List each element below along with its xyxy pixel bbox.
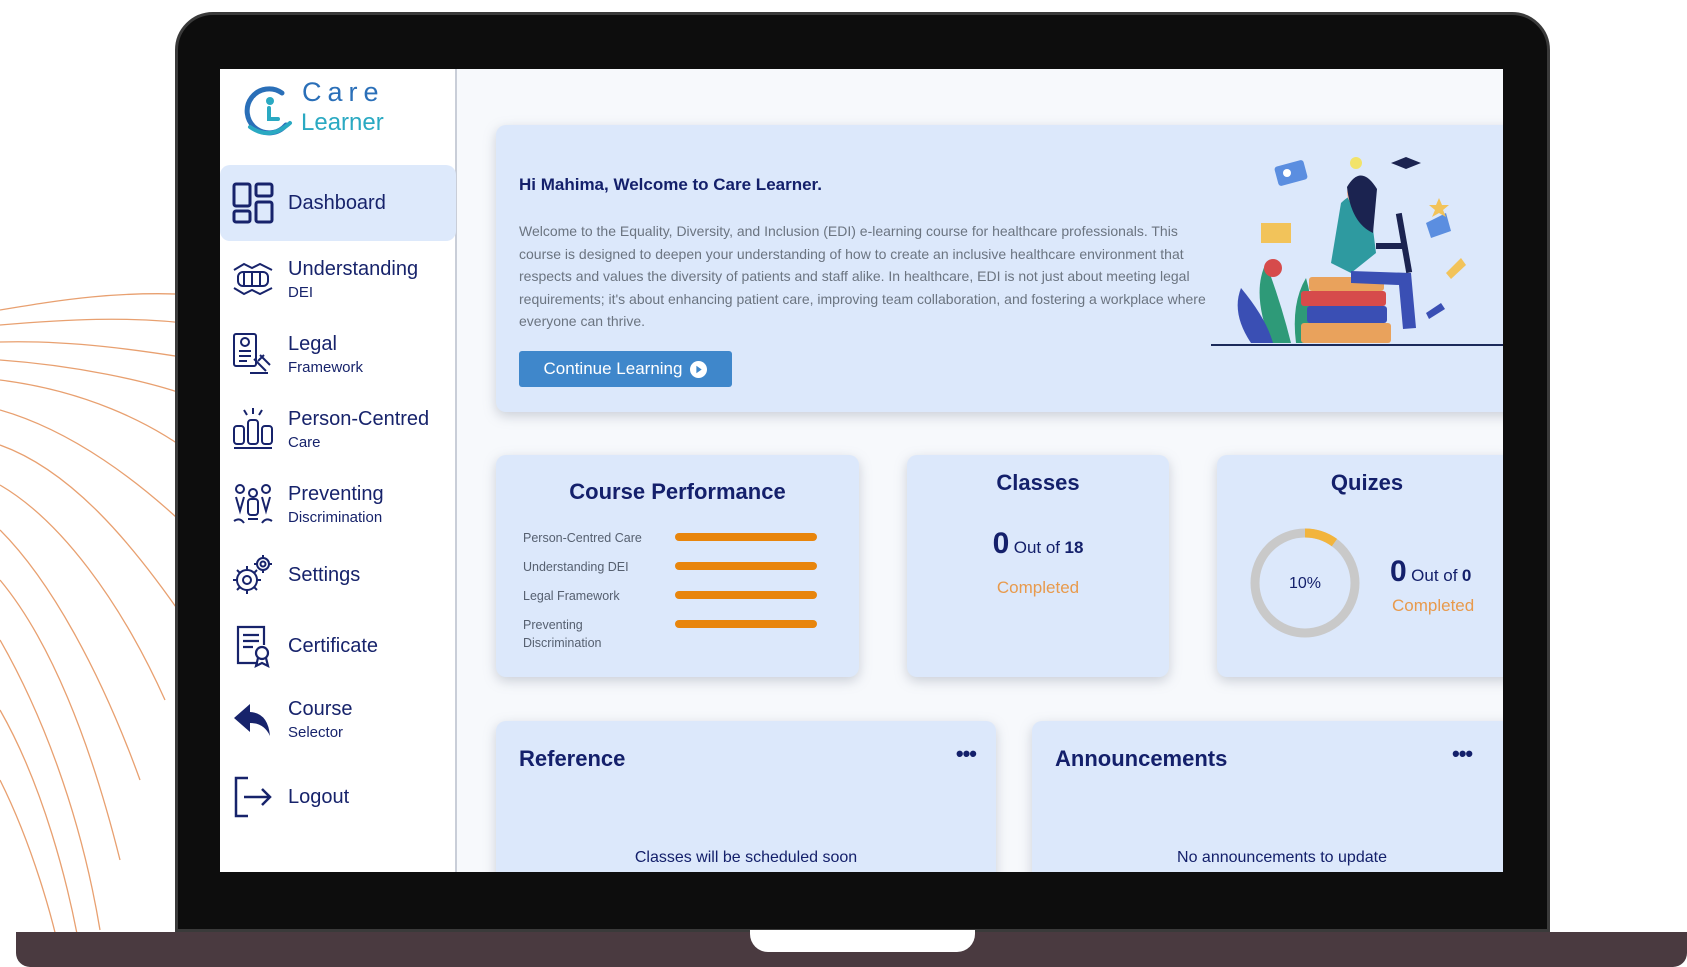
continue-learning-label: Continue Learning xyxy=(543,359,683,378)
reference-more-menu-icon[interactable]: ••• xyxy=(956,741,977,767)
decorative-topography-lines xyxy=(0,293,200,967)
welcome-description: Welcome to the Equality, Diversity, and … xyxy=(519,223,1206,329)
sidebar-item-label: Logout xyxy=(288,785,350,808)
classes-card: Classes 0 Out of 18 Completed xyxy=(907,455,1169,677)
quizes-card: Quizes 10% 0 Out of 0 Completed xyxy=(1217,455,1503,677)
performance-row: Preventing Discrimination xyxy=(523,616,843,650)
classes-completed-count: 0 xyxy=(992,527,1010,560)
performance-progress-bar xyxy=(675,591,817,599)
app-screen: Care Learner Dashboard Understanding DEI xyxy=(220,69,1503,872)
laptop-notch xyxy=(750,930,975,952)
quizes-count-line: 0 Out of 0 xyxy=(1390,555,1471,589)
sidebar-item-course-selector[interactable]: Course Selector xyxy=(220,681,456,757)
quiz-progress-label: 10% xyxy=(1289,575,1321,592)
continue-learning-button[interactable]: Continue Learning xyxy=(519,351,732,387)
care-learner-logo-icon xyxy=(244,86,292,136)
sidebar-item-sublabel: Selector xyxy=(288,723,344,741)
sidebar-item-label: Preventing xyxy=(288,482,384,505)
sidebar-item-sublabel: DEI xyxy=(288,283,314,301)
sidebar-item-label: Certificate xyxy=(288,634,379,657)
classes-total: 18 xyxy=(1064,538,1084,557)
play-circle-icon xyxy=(690,360,708,378)
performance-row-label: Person-Centred Care xyxy=(523,531,642,545)
gear-icon xyxy=(228,550,278,600)
performance-row-label: Legal Framework xyxy=(523,589,620,603)
classes-title: Classes xyxy=(996,470,1080,495)
main-content: Hi Mahima, Welcome to Care Learner. Welc… xyxy=(459,69,1503,872)
course-performance-card: Course Performance Person-Centred Care U… xyxy=(496,455,859,677)
dashboard-icon xyxy=(228,178,278,228)
quizes-completed-count: 0 xyxy=(1390,555,1407,588)
announcements-more-menu-icon[interactable]: ••• xyxy=(1452,741,1473,767)
classes-status: Completed xyxy=(996,578,1080,597)
reference-title: Reference xyxy=(519,746,626,771)
performance-row: Legal Framework xyxy=(523,587,843,607)
quizes-title: Quizes xyxy=(1330,470,1404,495)
performance-row: Understanding DEI xyxy=(523,558,843,578)
reference-card: Reference ••• Classes will be scheduled … xyxy=(496,721,996,872)
classes-count-line: 0 Out of 18 xyxy=(907,527,1169,561)
sidebar-item-sublabel: Care xyxy=(288,433,321,451)
quizes-total: 0 xyxy=(1461,566,1472,585)
logo-text-care: Care xyxy=(302,77,385,107)
sidebar-item-label: Dashboard xyxy=(288,191,386,214)
sidebar-item-settings[interactable]: Settings xyxy=(220,537,456,613)
back-arrow-icon xyxy=(228,694,278,744)
sidebar-item-person-centred-care[interactable]: Person-Centred Care xyxy=(220,391,456,467)
performance-row-label: Preventing Discrimination xyxy=(523,618,602,650)
sidebar-item-label: Course xyxy=(288,697,353,720)
quizes-status: Completed xyxy=(1392,596,1475,615)
sidebar-item-certificate[interactable]: Certificate xyxy=(220,608,456,684)
sidebar-item-sublabel: Framework xyxy=(288,358,364,376)
sidebar-item-logout[interactable]: Logout xyxy=(220,759,456,835)
welcome-card: Hi Mahima, Welcome to Care Learner. Welc… xyxy=(496,125,1503,412)
welcome-title: Hi Mahima, Welcome to Care Learner. xyxy=(519,175,822,194)
sidebar-item-legal-framework[interactable]: Legal Framework xyxy=(220,316,456,392)
sidebar-item-label: Legal xyxy=(288,332,337,355)
sidebar-item-label: Understanding xyxy=(288,257,419,280)
performance-progress-bar xyxy=(675,562,817,570)
announcements-card: Announcements ••• No announcements to up… xyxy=(1032,721,1503,872)
sidebar-item-understanding-dei[interactable]: Understanding DEI xyxy=(220,241,456,317)
sidebar-item-sublabel: Discrimination xyxy=(288,508,383,526)
reference-empty-message: Classes will be scheduled soon xyxy=(634,849,858,866)
gavel-document-icon xyxy=(228,329,278,379)
quizes-out-of-text: Out of xyxy=(1411,566,1458,585)
announcements-empty-message: No announcements to update xyxy=(1177,849,1387,866)
classes-out-of-text: Out of xyxy=(1013,538,1061,557)
app-logo[interactable]: Care Learner xyxy=(242,75,402,145)
performance-progress-bar xyxy=(675,620,817,628)
logo-text-learner: Learner xyxy=(301,109,384,136)
sidebar-item-preventing-discrimination[interactable]: Preventing Discrimination xyxy=(220,466,456,542)
certificate-icon xyxy=(228,621,278,671)
sidebar: Care Learner Dashboard Understanding DEI xyxy=(220,69,457,872)
announcements-title: Announcements xyxy=(1055,746,1228,771)
performance-progress-bar xyxy=(675,533,817,541)
quiz-progress-ring: 10% xyxy=(1250,528,1360,638)
sidebar-item-label: Settings xyxy=(288,563,361,586)
student-illustration xyxy=(1211,157,1503,346)
hands-icon xyxy=(228,254,278,304)
sidebar-item-label: Person-Centred xyxy=(288,407,430,430)
logout-icon xyxy=(228,772,278,822)
people-icon xyxy=(228,479,278,529)
performance-row-label: Understanding DEI xyxy=(523,560,629,574)
course-performance-title: Course Performance xyxy=(569,479,786,504)
performance-row: Person-Centred Care xyxy=(523,529,843,549)
raised-hands-icon xyxy=(228,404,278,454)
sidebar-item-dashboard[interactable]: Dashboard xyxy=(220,165,456,241)
